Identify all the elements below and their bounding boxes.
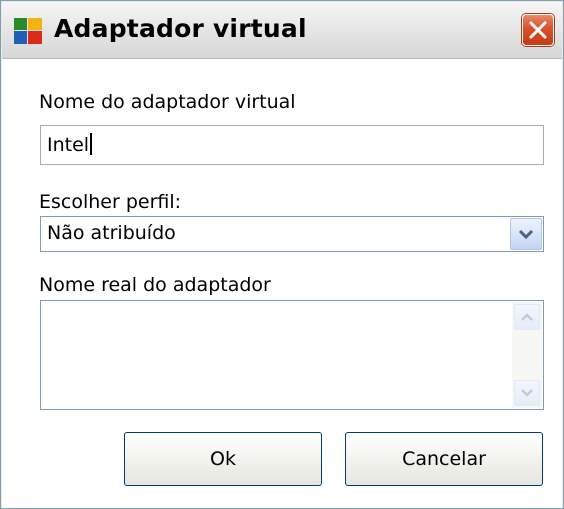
text-caret <box>90 133 93 155</box>
profile-label: Escolher perfil: <box>39 191 182 213</box>
vertical-scrollbar[interactable] <box>512 302 542 408</box>
scroll-down-arrow-icon <box>521 389 533 397</box>
dropdown-button[interactable] <box>510 218 542 250</box>
window-title: Adaptador virtual <box>54 14 307 43</box>
scroll-up-arrow-icon <box>521 313 533 321</box>
ok-button[interactable]: Ok <box>124 432 322 486</box>
scroll-up-button[interactable] <box>514 304 540 330</box>
title-bar[interactable]: Adaptador virtual <box>2 2 562 59</box>
chevron-down-icon <box>518 229 534 240</box>
profile-select[interactable]: Não atribuído <box>40 216 544 252</box>
profile-selected-value: Não atribuído <box>47 222 176 244</box>
virtual-adapter-name-value: Intel <box>47 134 90 156</box>
real-adapter-name-textarea[interactable] <box>40 300 544 410</box>
scroll-down-button[interactable] <box>514 380 540 406</box>
virtual-adapter-name-input[interactable]: Intel <box>40 125 544 165</box>
real-adapter-name-label: Nome real do adaptador <box>39 274 271 296</box>
dialog-window: Adaptador virtual Nome do adaptador virt… <box>0 0 564 509</box>
close-button[interactable] <box>522 14 554 46</box>
close-icon <box>529 21 547 39</box>
avg-logo-icon <box>14 18 42 44</box>
dialog-body: Nome do adaptador virtual Intel Escolher… <box>2 59 562 508</box>
cancel-button[interactable]: Cancelar <box>345 432 543 486</box>
virtual-adapter-name-label: Nome do adaptador virtual <box>39 91 296 113</box>
